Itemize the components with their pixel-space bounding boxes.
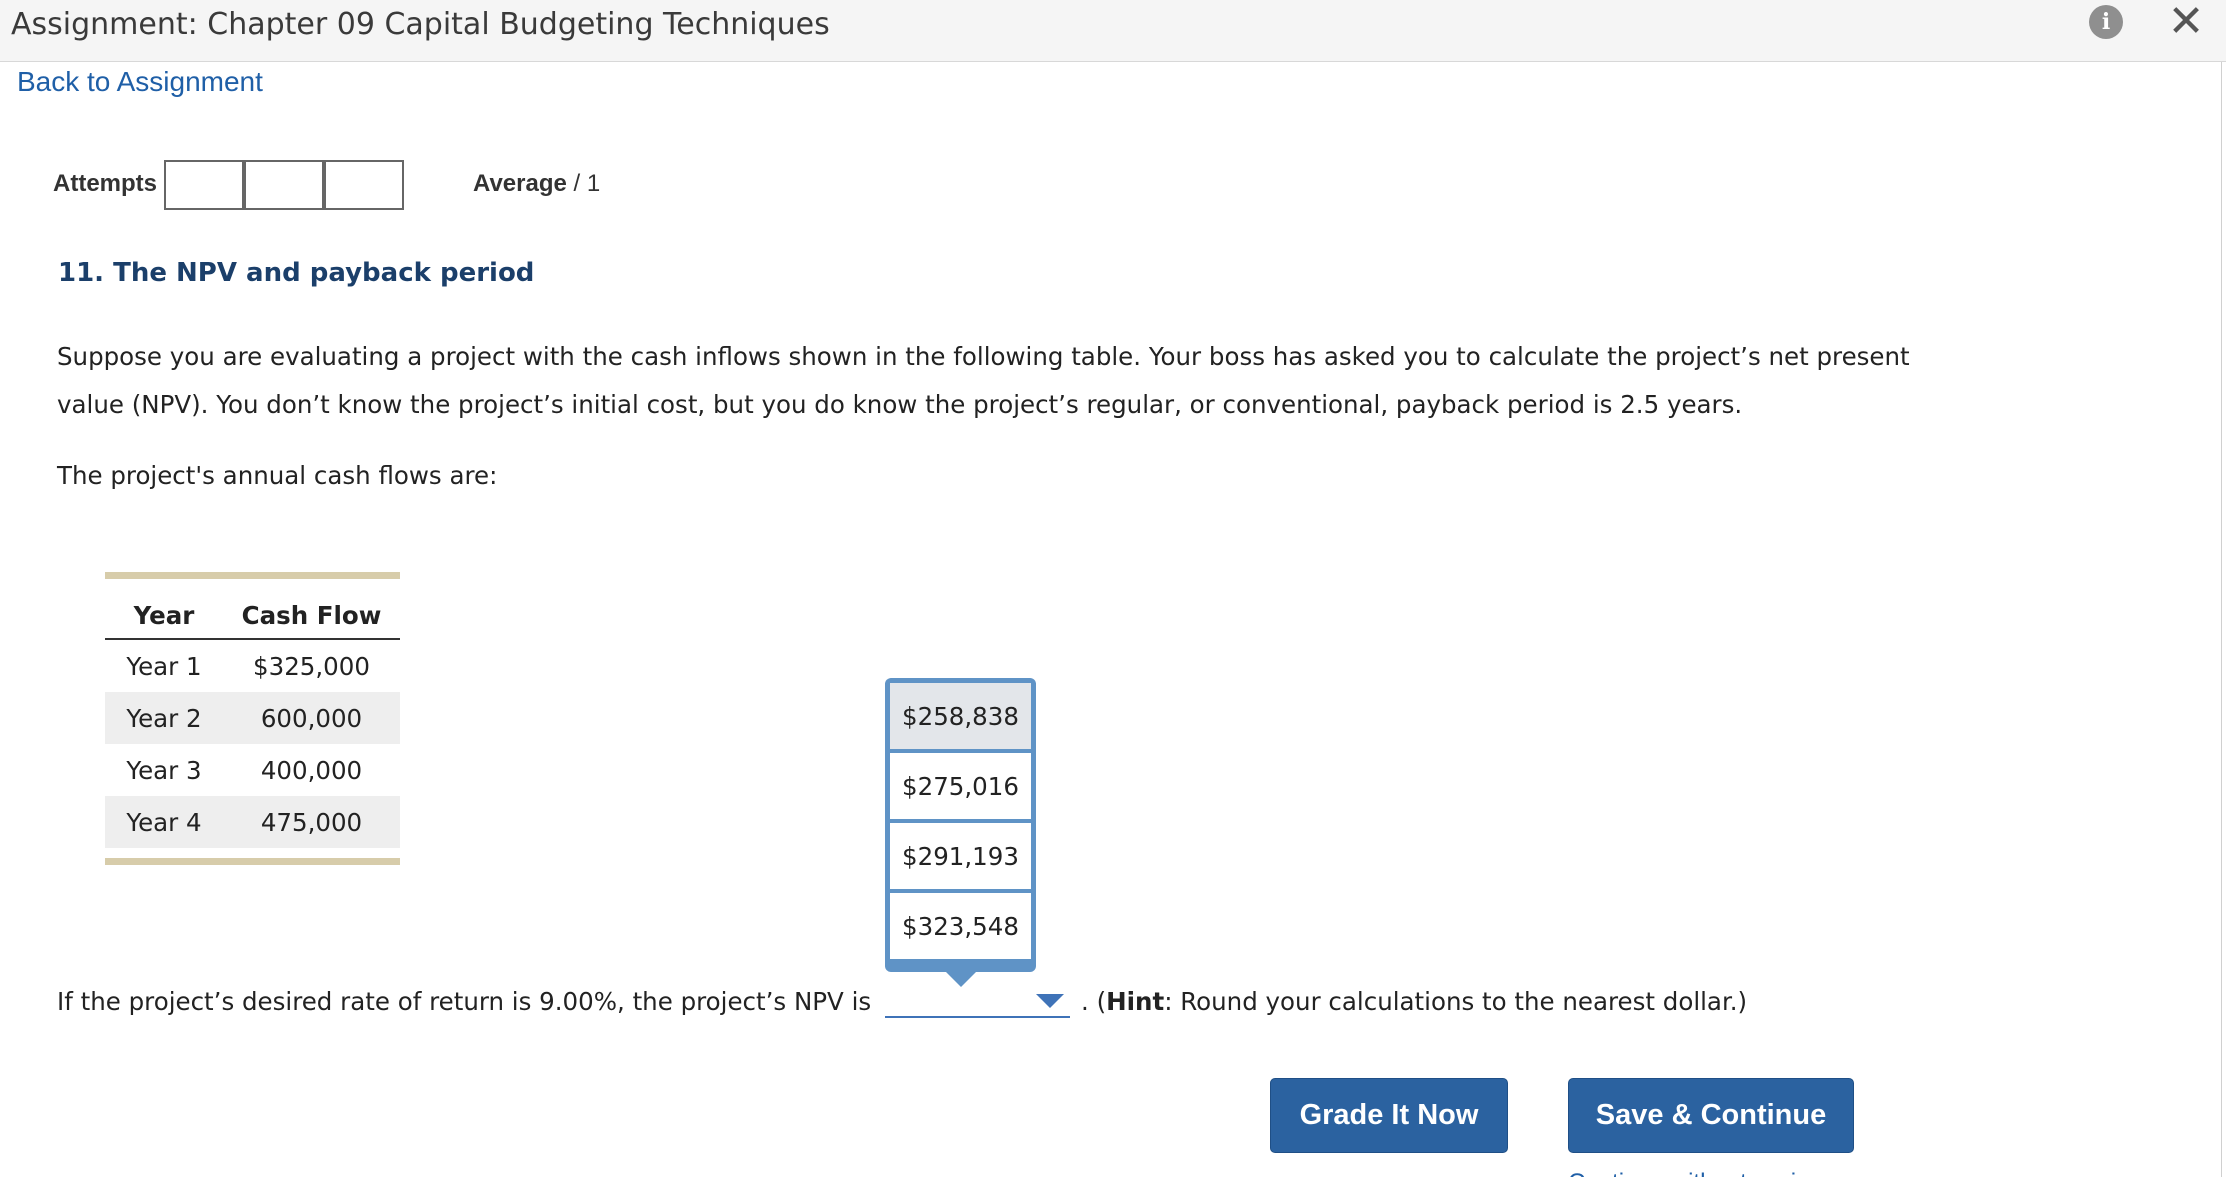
- table-row: Year 2 600,000: [105, 692, 400, 744]
- hint-prefix: . (: [1081, 987, 1107, 1016]
- info-icon[interactable]: i: [2089, 5, 2123, 39]
- dropdown-option[interactable]: $258,838: [890, 683, 1031, 749]
- table-header: Year Cash Flow: [105, 579, 400, 640]
- cash-flow-cell: 600,000: [260, 703, 363, 733]
- npv-select[interactable]: [885, 982, 1070, 1018]
- dropdown-option[interactable]: $291,193: [890, 823, 1031, 889]
- page-title: Assignment: Chapter 09 Capital Budgeting…: [11, 7, 830, 42]
- question-text: Suppose you are evaluating a project wit…: [57, 342, 1910, 419]
- back-to-assignment-link[interactable]: Back to Assignment: [17, 65, 263, 99]
- attempt-box: [164, 160, 244, 210]
- attempts-label: Attempts: [53, 170, 158, 197]
- year-cell: Year 1: [126, 651, 202, 681]
- close-icon[interactable]: ✕: [2164, 0, 2208, 44]
- attempt-box: [324, 160, 404, 210]
- npv-dropdown-list: $258,838 $275,016 $291,193 $323,548: [885, 678, 1036, 972]
- chevron-down-icon[interactable]: [1036, 994, 1064, 1008]
- content-border: [2221, 62, 2222, 1177]
- question-title: 11. The NPV and payback period: [58, 258, 535, 288]
- cash-flow-cell: $325,000: [253, 651, 370, 681]
- year-cell: Year 3: [126, 755, 202, 785]
- year-cell: Year 2: [126, 703, 202, 733]
- save-and-continue-button[interactable]: Save & Continue: [1568, 1078, 1854, 1153]
- cash-flow-cell: 400,000: [260, 755, 363, 785]
- cash-flow-intro: The project's annual cash flows are:: [57, 461, 498, 490]
- cash-flow-table: Year Cash Flow Year 1 $325,000 Year 2 60…: [105, 572, 400, 865]
- table-top-rule: [105, 572, 400, 579]
- table-row: Year 4 475,000: [105, 796, 400, 848]
- hint-text: . (Hint: Round your calculations to the …: [1081, 982, 1747, 1022]
- npv-question-text: If the project’s desired rate of return …: [57, 987, 872, 1016]
- hint-body: : Round your calculations to the nearest…: [1164, 987, 1748, 1016]
- table-row: Year 3 400,000: [105, 744, 400, 796]
- header-cash-flow: Cash Flow: [241, 601, 382, 630]
- continue-without-saving-link[interactable]: Continue without saving: [1568, 1166, 1858, 1177]
- assignment-page: Assignment: Chapter 09 Capital Budgeting…: [0, 0, 2226, 1177]
- hint-label: Hint: [1106, 987, 1165, 1016]
- grade-it-now-button[interactable]: Grade It Now: [1270, 1078, 1508, 1153]
- header-year: Year: [133, 601, 195, 630]
- dropdown-option[interactable]: $323,548: [890, 893, 1031, 959]
- attempt-box: [244, 160, 324, 210]
- average-label: Average: [473, 170, 567, 197]
- year-cell: Year 4: [126, 807, 202, 837]
- dropdown-option[interactable]: $275,016: [890, 753, 1031, 819]
- header-bar: Assignment: Chapter 09 Capital Budgeting…: [0, 0, 2226, 62]
- table-bottom-rule: [105, 858, 400, 865]
- table-row: Year 1 $325,000: [105, 640, 400, 692]
- average-score: Average / 1: [473, 170, 600, 198]
- cash-flow-cell: 475,000: [260, 807, 363, 837]
- average-value: / 1: [573, 170, 601, 197]
